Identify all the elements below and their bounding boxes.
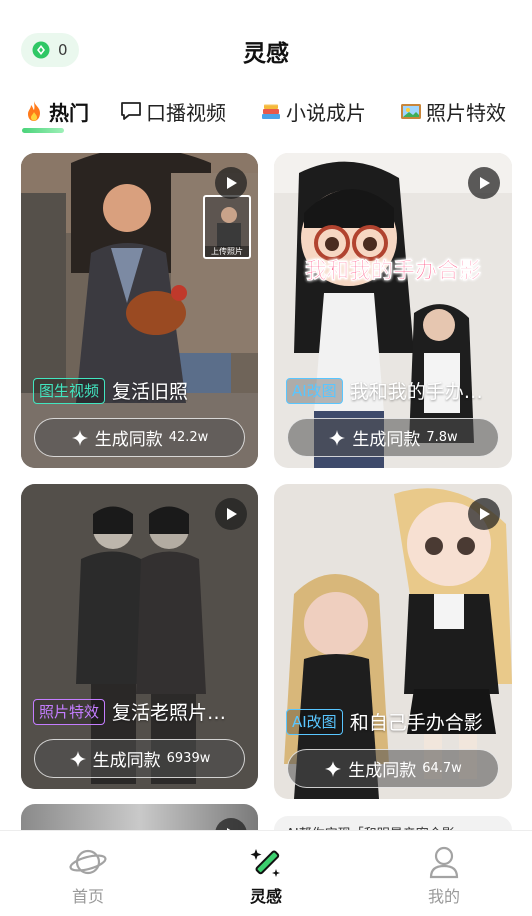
nav-home[interactable]: 首页 <box>48 845 128 907</box>
generate-same-button[interactable]: 生成同款 64.7w <box>287 749 499 788</box>
play-button[interactable] <box>468 498 500 530</box>
usage-count: 7.8w <box>426 430 458 445</box>
card-caption: AI改图 和自己手办合影 <box>286 708 500 735</box>
active-tab-indicator <box>22 128 64 133</box>
magic-wand-icon <box>250 849 280 877</box>
category-tabs: 热门 口播视频 小说成片 照片特效 <box>0 92 532 138</box>
bottom-navigation: 首页 灵感 我的 <box>0 830 532 916</box>
play-button[interactable] <box>215 167 247 199</box>
user-icon <box>429 846 459 879</box>
nav-profile[interactable]: 我的 <box>404 845 484 907</box>
template-card[interactable]: 我和我的手办合影 AI改图 我和我的手办… 生成同款 7.8w <box>274 153 512 468</box>
generate-same-button[interactable]: 生成同款 42.2w <box>34 418 245 457</box>
tab-label: 小说成片 <box>286 100 366 125</box>
play-button[interactable] <box>468 167 500 199</box>
tab-hot[interactable]: 热门 <box>22 96 89 126</box>
category-tag: 照片特效 <box>33 698 106 725</box>
template-card[interactable]: 上传照片 图生视频 复活旧照 生成同款 42.2w <box>21 153 258 468</box>
planet-icon <box>69 849 107 875</box>
nav-label: 首页 <box>71 887 104 906</box>
nav-label: 灵感 <box>249 887 282 906</box>
template-card[interactable]: 照片特效 复活老照片… 生成同款 6939w <box>21 484 258 789</box>
category-tag: AI改图 <box>286 708 343 735</box>
generate-label: 生成同款 <box>352 430 421 450</box>
sparkle-icon <box>325 760 342 777</box>
play-icon <box>480 177 490 189</box>
card-title: 复活老照片… <box>112 702 227 724</box>
photo-frame-icon <box>401 104 421 119</box>
fire-icon <box>28 101 40 121</box>
generate-same-button[interactable]: 生成同款 7.8w <box>287 418 499 457</box>
tab-label: 照片特效 <box>426 100 506 125</box>
speech-bubble-icon <box>121 102 141 120</box>
play-icon <box>480 508 490 520</box>
nav-inspiration[interactable]: 灵感 <box>226 845 306 907</box>
play-button[interactable] <box>215 498 247 530</box>
tab-talking-video[interactable]: 口播视频 <box>119 96 226 126</box>
template-card[interactable]: AI改图 和自己手办合影 生成同款 64.7w <box>274 484 512 799</box>
thumbnail-caption: 上传照片 <box>205 246 249 257</box>
sparkle-icon <box>69 750 86 767</box>
generate-label: 生成同款 <box>94 430 163 450</box>
page-title: 灵感 <box>243 41 289 67</box>
header: 0 灵感 <box>0 0 532 92</box>
tab-photo-effects[interactable]: 照片特效 <box>399 96 506 126</box>
sparkle-icon <box>329 429 346 446</box>
generate-label: 生成同款 <box>92 751 161 771</box>
card-caption: 图生视频 复活旧照 <box>33 377 246 404</box>
books-icon <box>262 104 280 119</box>
generate-same-button[interactable]: 生成同款 6939w <box>34 739 245 778</box>
card-title: 我和我的手办… <box>349 381 483 403</box>
usage-count: 64.7w <box>422 761 462 776</box>
tab-label: 口播视频 <box>146 100 226 125</box>
cover-overlay-text: 我和我的手办合影 <box>304 259 482 285</box>
nav-label: 我的 <box>427 887 460 906</box>
upload-photo-thumbnail: 上传照片 <box>203 195 251 259</box>
category-tag: AI改图 <box>286 377 343 404</box>
card-title: 和自己手办合影 <box>349 712 483 734</box>
generate-label: 生成同款 <box>348 761 417 781</box>
tab-novel-video[interactable]: 小说成片 <box>259 96 366 126</box>
usage-count: 6939w <box>166 751 211 766</box>
card-caption: 照片特效 复活老照片… <box>33 698 246 725</box>
sparkle-icon <box>71 429 88 446</box>
category-tag: 图生视频 <box>33 377 106 404</box>
card-caption: AI改图 我和我的手办… <box>286 377 500 404</box>
play-icon <box>227 508 237 520</box>
tab-label: 热门 <box>49 100 89 125</box>
card-title: 复活旧照 <box>112 381 189 403</box>
play-icon <box>227 177 237 189</box>
usage-count: 42.2w <box>168 430 209 445</box>
